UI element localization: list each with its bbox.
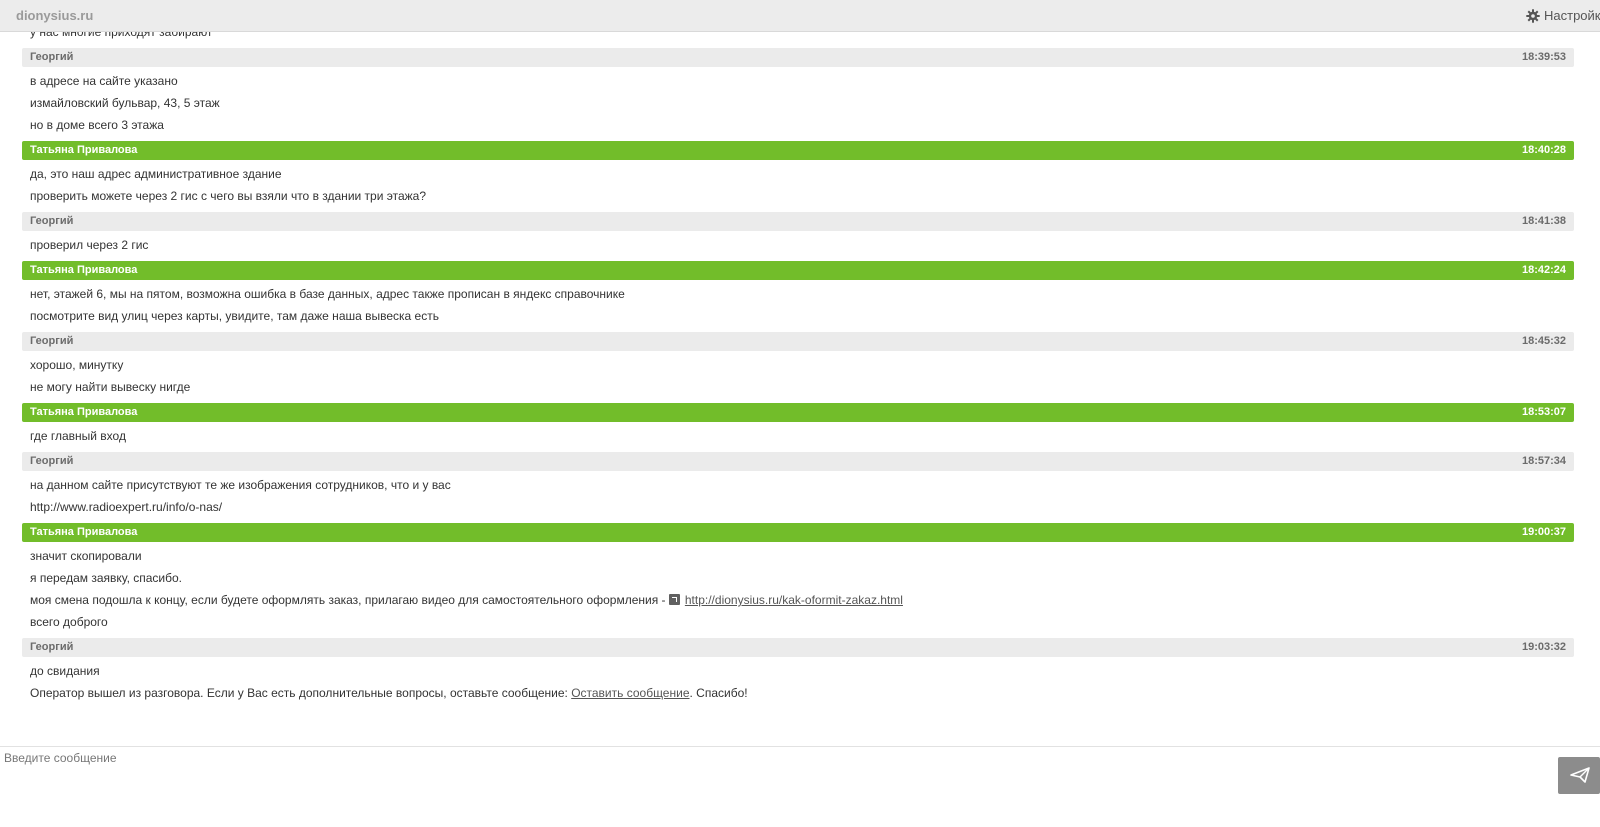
message-body: хорошо, минутку не могу найти вывеску ниг…: [22, 351, 1574, 403]
message-text: проверить можете через 2 гис с чего вы в…: [30, 189, 427, 203]
settings-label: Настройки: [1544, 8, 1600, 23]
message-line: у нас многие приходят забирают: [30, 32, 213, 39]
message-author: Георгий: [30, 641, 74, 653]
message-text: всего доброго: [30, 615, 108, 629]
message-text: на данном сайте присутствуют те же изобр…: [30, 478, 451, 492]
message-text: . Спасибо!: [689, 686, 748, 700]
message-text: Оператор вышел из разговора. Если у Вас …: [30, 686, 572, 700]
message-time: 18:53:07: [1521, 406, 1566, 418]
message-body-partial: у нас многие приходят забирают: [22, 32, 1574, 48]
message-author: Георгий: [30, 335, 74, 347]
message-line: я передам заявку, спасибо.: [30, 567, 1566, 589]
message-time: 18:42:24: [1521, 264, 1566, 276]
message-header-customer: Георгий 18:57:34: [22, 452, 1574, 471]
message-header-operator: Татьяна Привалова 18:40:28: [22, 141, 1574, 160]
message-line: посмотрите вид улиц через карты, увидите…: [30, 305, 1566, 327]
leave-message-link[interactable]: Оставить сообщение: [571, 686, 689, 700]
message-body: нет, этажей 6, мы на пятом, возможна оши…: [22, 280, 1574, 332]
message-header-customer: Георгий 18:45:32: [22, 332, 1574, 351]
site-brand: dionysius.ru: [16, 8, 94, 23]
message-line: до свидания: [30, 660, 1566, 682]
message-header-operator: Татьяна Привалова 18:53:07: [22, 403, 1574, 422]
message-body: да, это наш адрес административное здани…: [22, 160, 1574, 212]
message-body: проверил через 2 гис: [22, 231, 1574, 261]
message-text: посмотрите вид улиц через карты, увидите…: [30, 309, 439, 323]
message-text: значит скопировали: [30, 549, 142, 563]
message-header-operator: Татьяна Привалова 18:42:24: [22, 261, 1574, 280]
message-text: да, это наш адрес административное здани…: [30, 167, 282, 181]
message-text: нет, этажей 6, мы на пятом, возможна оши…: [30, 287, 625, 301]
message-author: Татьяна Привалова: [30, 406, 138, 418]
message-text: проверил через 2 гис: [30, 238, 149, 252]
message-line: нет, этажей 6, мы на пятом, возможна оши…: [30, 283, 1566, 305]
message-author: Татьяна Привалова: [30, 526, 138, 538]
message-body: где главный вход: [22, 422, 1574, 452]
message-line: проверил через 2 гис: [30, 234, 1566, 256]
message-text: не могу найти вывеску нигде: [30, 380, 191, 394]
send-button[interactable]: [1558, 757, 1600, 794]
message-line: но в доме всего 3 этажа: [30, 114, 1566, 136]
message-text: где главный вход: [30, 429, 126, 443]
message-time: 18:45:32: [1521, 335, 1566, 347]
message-author: Георгий: [30, 455, 74, 467]
message-time: 18:39:53: [1521, 51, 1566, 63]
message-composer: [0, 746, 1600, 827]
message-line: да, это наш адрес административное здани…: [30, 163, 1566, 185]
message-text: моя смена подошла к концу, если будете о…: [30, 593, 669, 607]
message-body: на данном сайте присутствуют те же изобр…: [22, 471, 1574, 523]
message-author: Георгий: [30, 215, 74, 227]
message-time: 18:40:28: [1521, 144, 1566, 156]
paper-plane-icon: [1570, 767, 1590, 783]
message-input[interactable]: [0, 751, 1548, 821]
message-time: 19:03:32: [1521, 641, 1566, 653]
message-line: моя смена подошла к концу, если будете о…: [30, 589, 1566, 611]
message-text: до свидания: [30, 664, 100, 678]
chat-history[interactable]: у нас многие приходят забирают Георгий 18…: [0, 32, 1600, 746]
message-line: измайловский бульвар, 43, 5 этаж: [30, 92, 1566, 114]
video-link[interactable]: http://dionysius.ru/kak-oformit-zakaz.ht…: [685, 593, 903, 607]
message-line: не могу найти вывеску нигде: [30, 376, 1566, 398]
message-line: хорошо, минутку: [30, 354, 1566, 376]
message-author: Георгий: [30, 51, 74, 63]
message-body: значит скопировали я передам заявку, спас…: [22, 542, 1574, 638]
message-line: значит скопировали: [30, 545, 1566, 567]
message-text: но в доме всего 3 этажа: [30, 118, 164, 132]
message-list: у нас многие приходят забирают Георгий 18…: [22, 32, 1574, 709]
message-line: в адресе на сайте указано: [30, 70, 1566, 92]
message-line: всего доброго: [30, 611, 1566, 633]
external-link-icon: [668, 594, 680, 605]
message-text: измайловский бульвар, 43, 5 этаж: [30, 96, 220, 110]
message-time: 18:41:38: [1521, 215, 1566, 227]
message-header-operator: Татьяна Привалова 19:00:37: [22, 523, 1574, 542]
message-body: до свидания Оператор вышел из разговора. …: [22, 657, 1574, 709]
message-line: Оператор вышел из разговора. Если у Вас …: [30, 682, 1566, 704]
top-bar: dionysius.ru Настройки: [0, 0, 1600, 32]
message-line: на данном сайте присутствуют те же изобр…: [30, 474, 1566, 496]
message-header-customer: Георгий 18:39:53: [22, 48, 1574, 67]
message-time: 18:57:34: [1521, 455, 1566, 467]
message-line: проверить можете через 2 гис с чего вы в…: [30, 185, 1566, 207]
message-body: в адресе на сайте указано измайловский бу…: [22, 67, 1574, 141]
settings-button[interactable]: Настройки: [1526, 8, 1600, 25]
message-author: Татьяна Привалова: [30, 144, 138, 156]
gear-icon: [1526, 9, 1540, 23]
message-text: я передам заявку, спасибо.: [30, 571, 183, 585]
message-line: http://www.radioexpert.ru/info/o-nas/: [30, 496, 1566, 518]
message-line: где главный вход: [30, 425, 1566, 447]
message-text: хорошо, минутку: [30, 358, 124, 372]
message-header-customer: Георгий 19:03:32: [22, 638, 1574, 657]
message-header-customer: Георгий 18:41:38: [22, 212, 1574, 231]
message-author: Татьяна Привалова: [30, 264, 138, 276]
message-time: 19:00:37: [1521, 526, 1566, 538]
message-text: http://www.radioexpert.ru/info/o-nas/: [30, 500, 223, 514]
message-text: в адресе на сайте указано: [30, 74, 178, 88]
